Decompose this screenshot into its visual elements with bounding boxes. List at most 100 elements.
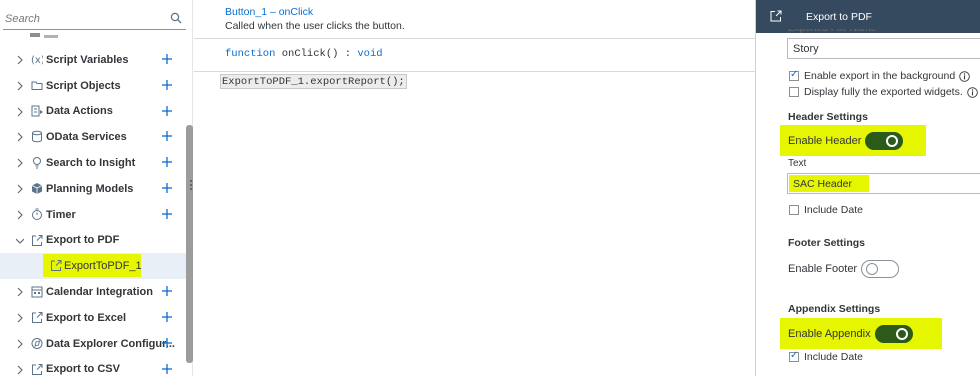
- export-icon: [770, 10, 782, 22]
- chevron-right-icon[interactable]: [16, 210, 24, 220]
- chevron-right-icon[interactable]: [16, 313, 24, 323]
- add-icon[interactable]: [161, 208, 173, 220]
- enable-appendix-label: Enable Appendix: [788, 328, 871, 340]
- tree-item-data-explorer-configuration[interactable]: Data Explorer Configur...: [0, 331, 186, 357]
- info-icon[interactable]: [959, 70, 970, 82]
- tree-item-exporttopdf-1[interactable]: ExportToPDF_1: [0, 253, 186, 280]
- appendix-include-date-checkbox[interactable]: [789, 350, 799, 362]
- add-icon[interactable]: [161, 130, 173, 142]
- outline-panel: (x) Script Variables Script Objects Data…: [0, 0, 193, 376]
- chevron-right-icon[interactable]: [16, 184, 24, 194]
- divider: [194, 71, 755, 72]
- tree-item-label: Export to PDF: [46, 234, 120, 247]
- function-signature: function onClick() : void: [225, 48, 383, 60]
- tree-item-label: Script Variables: [46, 53, 129, 66]
- outline-scrollbar[interactable]: [186, 125, 193, 363]
- tree-item-label: ExportToPDF_1: [64, 260, 142, 273]
- partial-row-icon: [30, 33, 58, 38]
- timer-icon: [32, 208, 42, 220]
- display-fully-checkbox[interactable]: [789, 87, 799, 97]
- export-background-label: Enable export in the background: [804, 70, 956, 82]
- tree-item-calendar-integration[interactable]: Calendar Integration: [0, 279, 186, 305]
- footer-settings-heading: Footer Settings: [788, 237, 866, 249]
- add-icon[interactable]: [161, 79, 173, 91]
- calendar-icon: [31, 286, 43, 298]
- file-name-input[interactable]: [787, 38, 980, 59]
- tree-item-script-variables[interactable]: (x) Script Variables: [0, 47, 186, 73]
- chevron-right-icon[interactable]: [16, 158, 24, 168]
- code-line[interactable]: ExportToPDF_1.exportReport();: [220, 74, 407, 89]
- chevron-down-icon[interactable]: [16, 236, 24, 246]
- add-icon[interactable]: [161, 311, 173, 323]
- chevron-right-icon[interactable]: [16, 81, 24, 91]
- panel-splitter[interactable]: [190, 180, 193, 196]
- add-icon[interactable]: [161, 363, 173, 375]
- tree-item-planning-models[interactable]: Planning Models: [0, 176, 186, 202]
- add-icon[interactable]: [161, 53, 173, 65]
- cube-icon: [31, 182, 43, 194]
- tree-item-label: Export to CSV: [46, 363, 120, 376]
- enable-header-label: Enable Header: [788, 135, 862, 147]
- tree-item-export-to-excel[interactable]: Export to Excel: [0, 305, 186, 331]
- tree-item-label: Script Objects: [46, 79, 121, 92]
- search-icon[interactable]: [170, 12, 182, 24]
- signature-name: onClick() :: [275, 48, 358, 60]
- tree-item-export-to-pdf[interactable]: Export to PDF: [0, 228, 186, 254]
- search-input[interactable]: [3, 12, 163, 25]
- export-background-row: Enable export in the background: [789, 69, 970, 83]
- chevron-right-icon[interactable]: [16, 287, 24, 297]
- svg-text:(x): (x): [31, 55, 43, 66]
- add-icon[interactable]: [161, 156, 173, 168]
- tree-item-label: Planning Models: [46, 182, 134, 195]
- tree-item-label: OData Services: [46, 131, 127, 144]
- chevron-right-icon[interactable]: [16, 365, 24, 375]
- tree-item-search-to-insight[interactable]: Search to Insight: [0, 150, 186, 176]
- add-icon[interactable]: [161, 105, 173, 117]
- add-icon[interactable]: [161, 337, 173, 349]
- appendix-include-date-row: Include Date: [789, 350, 863, 364]
- chevron-right-icon[interactable]: [16, 339, 24, 349]
- enable-footer-switch[interactable]: [861, 260, 899, 278]
- add-icon[interactable]: [161, 182, 173, 194]
- tree-item-export-to-csv[interactable]: Export to CSV: [0, 357, 186, 376]
- event-title: Button_1 – onClick: [225, 6, 314, 18]
- export-icon: [51, 260, 62, 272]
- appendix-settings-heading: Appendix Settings: [788, 303, 881, 315]
- data-actions-icon: [31, 105, 43, 117]
- lightbulb-icon: [33, 157, 41, 169]
- info-icon[interactable]: [966, 86, 978, 98]
- enable-header-switch[interactable]: [865, 132, 903, 150]
- header-text-field: [787, 173, 980, 194]
- tree-item-label: Search to Insight: [46, 157, 136, 170]
- script-objects-icon: [31, 81, 43, 90]
- chevron-right-icon[interactable]: [16, 132, 24, 142]
- panel-title: Export to PDF: [806, 11, 872, 23]
- signature-return-type: void: [357, 48, 383, 60]
- header-include-date-row: Include Date: [789, 203, 863, 217]
- script-editor: Button_1 – onClick Called when the user …: [194, 0, 755, 376]
- chevron-right-icon[interactable]: [16, 55, 24, 65]
- enable-appendix-switch[interactable]: [875, 325, 913, 343]
- export-background-checkbox[interactable]: [789, 69, 799, 81]
- add-icon[interactable]: [161, 285, 173, 297]
- odata-services-icon: [32, 131, 42, 143]
- event-description: Called when the user clicks the button.: [225, 20, 405, 32]
- tree-item-script-objects[interactable]: Script Objects: [0, 73, 186, 99]
- enable-footer-label: Enable Footer: [788, 263, 858, 275]
- outline-tree: (x) Script Variables Script Objects Data…: [0, 47, 186, 376]
- display-fully-label: Display fully the exported widgets.: [804, 86, 963, 98]
- tree-item-odata-services[interactable]: OData Services: [0, 124, 186, 150]
- tree-item-data-actions[interactable]: Data Actions: [0, 99, 186, 125]
- script-variables-icon: (x): [31, 55, 43, 66]
- header-text-label: Text: [788, 158, 807, 169]
- tree-item-label: Timer: [46, 208, 76, 221]
- tree-item-timer[interactable]: Timer: [0, 202, 186, 228]
- display-fully-row: Display fully the exported widgets.: [789, 85, 978, 99]
- chevron-right-icon[interactable]: [16, 107, 24, 117]
- header-text-input[interactable]: [793, 175, 943, 192]
- search-box: [3, 8, 186, 30]
- header-include-date-checkbox[interactable]: [789, 205, 799, 215]
- export-icon: [32, 311, 43, 323]
- tree-item-label: Export to Excel: [46, 311, 127, 324]
- divider: [194, 38, 755, 39]
